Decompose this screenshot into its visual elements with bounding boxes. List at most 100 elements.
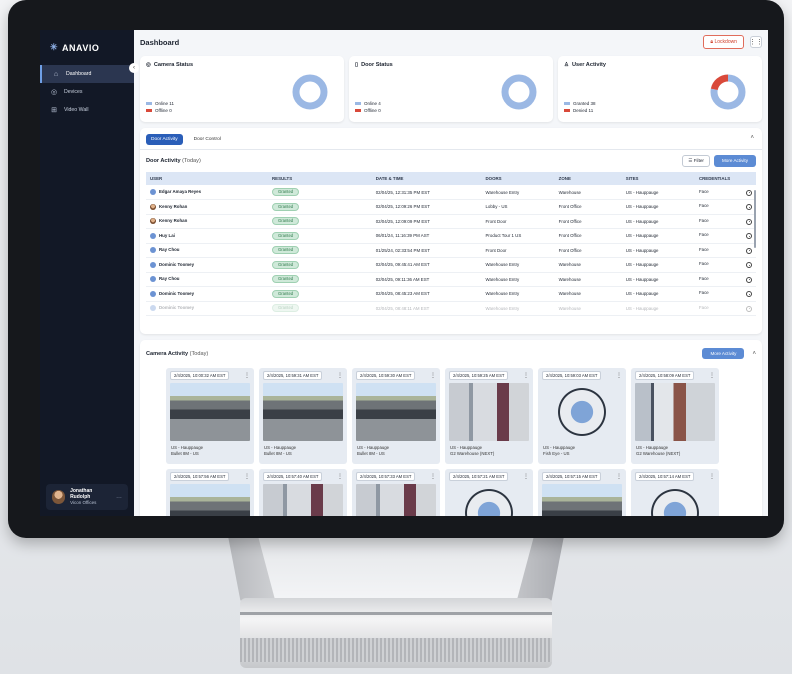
view-details-icon[interactable]	[746, 291, 752, 298]
filter-button[interactable]: ☰ Filter	[682, 155, 710, 167]
credential-value: Face	[698, 188, 709, 194]
result-cell: Granted	[268, 272, 372, 287]
status-badge: Granted	[272, 289, 300, 298]
column-header: RESULTS	[268, 172, 372, 185]
table-row[interactable]: Ray Chou Granted 01/25/24, 02:33:54 PM EST…	[146, 243, 756, 258]
zone-cell: Front Office	[554, 243, 622, 258]
more-vertical-icon[interactable]: ⋮	[337, 372, 343, 379]
credential-value: Face	[698, 304, 709, 310]
tab-door-activity[interactable]: Door Activity	[146, 134, 183, 145]
camera-snapshot[interactable]	[449, 383, 529, 441]
more-door-activity-button[interactable]: More Activity	[713, 155, 756, 167]
sidebar-item-dashboard[interactable]: ⌂ Dashboard	[40, 65, 134, 83]
user-cell: Dominic Toomey	[146, 301, 268, 316]
datetime-cell: 02/04/25, 08:45:23 AM EST	[371, 286, 482, 302]
legend-value: 11	[169, 101, 174, 106]
zone-cell: Front Office	[554, 228, 622, 244]
credential-value: Face	[698, 290, 709, 296]
table-scrollbar[interactable]	[754, 190, 756, 248]
view-details-icon[interactable]	[746, 233, 752, 240]
more-vertical-icon[interactable]: ⋮	[430, 473, 436, 480]
camera-snapshot[interactable]	[263, 383, 343, 441]
camera-snapshot[interactable]	[170, 484, 250, 516]
camera-snapshot[interactable]	[356, 484, 436, 516]
camera-snapshot[interactable]	[542, 383, 622, 441]
legend-label: Denied	[573, 108, 588, 113]
camera-activity-tile[interactable]: 2/4/2025, 10:59:30 AM EST ⋮ US - Hauppauge…	[352, 368, 440, 464]
more-vertical-icon[interactable]: ⋮	[430, 372, 436, 379]
camera-snapshot[interactable]	[449, 484, 529, 516]
view-details-icon[interactable]	[746, 247, 752, 254]
app-logo[interactable]: ✳ ANAVIO	[40, 30, 134, 65]
camera-activity-tile[interactable]: 2/4/2025, 10:57:15 AM EST ⋮	[538, 469, 626, 516]
table-row[interactable]: Kenny Rohan Granted 02/04/25, 12:09:26 PM …	[146, 199, 756, 215]
user-profile-card[interactable]: Jonathan Rudolph Vicon Offices …	[46, 484, 128, 510]
tab-door-control[interactable]: Door Control	[189, 134, 226, 145]
camera-activity-tile[interactable]: 2/4/2025, 10:58:09 AM EST ⋮ US - Hauppauge…	[631, 368, 719, 464]
camera-snapshot[interactable]	[635, 383, 715, 441]
lockdown-button[interactable]: 🔒︎ Lockdown	[703, 35, 744, 49]
sidebar-item-video-wall[interactable]: ⊞ Video Wall	[40, 101, 134, 119]
camera-activity-tile[interactable]: 2/4/2025, 10:57:14 AM EST ⋮	[631, 469, 719, 516]
table-row[interactable]: Dominic Toomey Granted 02/04/25, 09:45:41 …	[146, 257, 756, 273]
site-cell: US - Hauppauge	[621, 199, 695, 215]
camera-snapshot[interactable]	[263, 484, 343, 516]
snapshot-timestamp: 2/4/2025, 10:59:25 AM EST	[449, 371, 509, 380]
user-name: Ray Chou	[159, 247, 180, 253]
camera-snapshot[interactable]	[170, 383, 250, 441]
more-camera-activity-button[interactable]: More Activity	[702, 348, 745, 359]
more-vertical-icon[interactable]: ⋮	[709, 372, 715, 379]
table-row[interactable]: Kenny Rohan Granted 02/04/25, 12:09:09 PM …	[146, 214, 756, 229]
camera-activity-tile[interactable]: 2/4/2025, 10:59:25 AM EST ⋮ US - Hauppauge…	[445, 368, 533, 464]
camera-snapshot[interactable]	[635, 484, 715, 516]
avatar	[150, 276, 156, 283]
camera-activity-tile[interactable]: 2/4/2025, 10:57:40 AM EST ⋮	[259, 469, 347, 516]
view-details-icon[interactable]	[746, 262, 752, 269]
sidebar-item-devices[interactable]: ◎ Devices	[40, 83, 134, 101]
more-vertical-icon[interactable]: ⋮	[337, 473, 343, 480]
status-badge: Granted	[272, 246, 300, 255]
more-vertical-icon[interactable]: ⋮	[244, 473, 250, 480]
user-cell: Kenny Rohan	[146, 214, 268, 229]
door-cell: Front Door	[481, 214, 555, 229]
view-details-icon[interactable]	[746, 305, 752, 312]
camera-activity-tile[interactable]: 2/4/2025, 10:00:32 AM EST ⋮ US - Hauppauge…	[166, 368, 254, 464]
avatar	[150, 247, 156, 254]
chevron-up-icon[interactable]: ˄	[752, 351, 756, 357]
snapshot-timestamp: 2/4/2025, 10:59:31 AM EST	[263, 371, 323, 380]
table-row[interactable]: Dominic Toomey Granted 02/04/25, 08:48:11 …	[146, 301, 756, 316]
table-row[interactable]: Edgar Amaya Reyes Granted 02/04/25, 12:31:…	[146, 185, 756, 200]
app-screen: ✳ ANAVIO ⌂ Dashboard ◎ Devices ⊞ Video W…	[40, 30, 768, 516]
more-vertical-icon[interactable]: ⋮	[616, 372, 622, 379]
more-vertical-icon[interactable]: ⋮	[244, 372, 250, 379]
camera-activity-tile[interactable]: 2/4/2025, 10:57:56 AM EST ⋮	[166, 469, 254, 516]
camera-activity-tile[interactable]: 2/4/2025, 10:57:33 AM EST ⋮	[352, 469, 440, 516]
camera-snapshot[interactable]	[542, 484, 622, 516]
site-cell: US - Hauppauge	[621, 286, 695, 302]
table-row[interactable]: Huy Lai Granted 06/01/24, 11:16:39 PM AST P…	[146, 228, 756, 244]
view-details-icon[interactable]	[746, 218, 752, 225]
view-details-icon[interactable]	[746, 276, 752, 283]
top-bar: Dashboard 🔒︎ Lockdown ⋮⋮	[140, 30, 763, 54]
table-row[interactable]: Dominic Toomey Granted 02/04/25, 08:45:23 …	[146, 286, 756, 302]
camera-snapshot[interactable]	[356, 383, 436, 441]
more-icon[interactable]: …	[116, 494, 122, 500]
table-row[interactable]: Ray Chou Granted 02/04/25, 09:11:36 AM EST…	[146, 272, 756, 287]
more-vertical-icon[interactable]: ⋮	[523, 372, 529, 379]
view-details-icon[interactable]	[746, 204, 752, 211]
more-vertical-icon[interactable]: ⋮	[709, 473, 715, 480]
user-name: Huy Lai	[159, 232, 175, 238]
status-badge: Granted	[272, 188, 300, 196]
camera-activity-tile[interactable]: 2/4/2025, 10:57:21 AM EST ⋮	[445, 469, 533, 516]
view-details-icon[interactable]	[746, 189, 752, 196]
more-vertical-icon[interactable]: ⋮	[523, 473, 529, 480]
door-icon: ▯	[355, 62, 359, 68]
snapshot-timestamp: 2/4/2025, 10:57:56 AM EST	[170, 472, 230, 481]
more-vertical-icon[interactable]: ⋮	[616, 473, 622, 480]
apps-grid-button[interactable]: ⋮⋮	[749, 36, 763, 48]
camera-activity-tile[interactable]: 2/4/2025, 10:59:03 AM EST ⋮ US - Hauppauge…	[538, 368, 626, 464]
user-activity-donut	[710, 74, 746, 110]
camera-activity-tile[interactable]: 2/4/2025, 10:59:31 AM EST ⋮ US - Hauppauge…	[259, 368, 347, 464]
avatar	[150, 261, 156, 268]
chevron-up-icon[interactable]: ˄	[750, 135, 754, 141]
